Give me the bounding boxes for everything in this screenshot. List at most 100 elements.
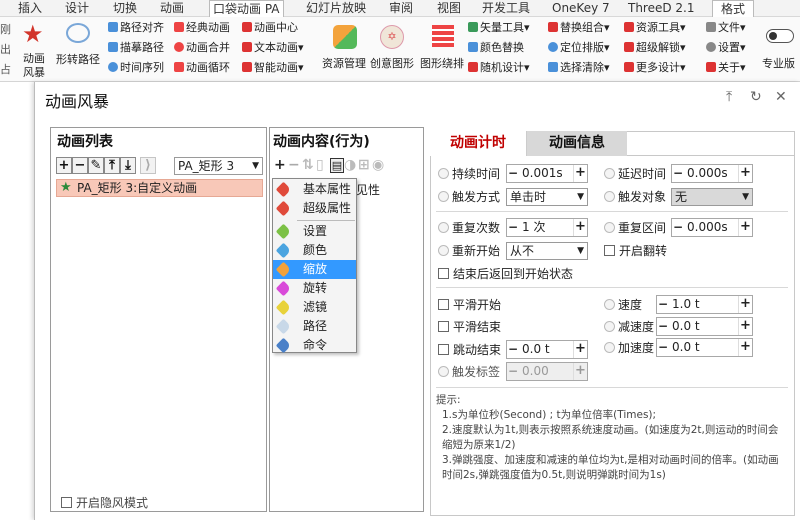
ribbon-settings[interactable]: 设置▾ — [706, 41, 746, 55]
move-top-icon[interactable]: ⤒ — [104, 157, 120, 174]
menu-item-rotate[interactable]: 旋转 — [273, 279, 356, 298]
list-item[interactable]: ★ PA_矩形 3:自定义动画 — [56, 179, 263, 197]
ribbon-trace-path[interactable]: 描摹路径 — [108, 41, 164, 55]
half-circle-icon[interactable]: ◑ — [344, 157, 358, 173]
menu-item-filter[interactable]: 滤镜 — [273, 298, 356, 317]
add-behavior-icon[interactable]: + — [274, 157, 288, 173]
tab-view[interactable]: 视图 — [437, 0, 461, 17]
tab-animations[interactable]: 动画 — [160, 0, 184, 17]
smooth-end-checkbox[interactable] — [438, 321, 449, 332]
rewind-option[interactable]: 结束后返回到开始状态 — [438, 265, 573, 283]
tab-insert[interactable]: 插入 — [18, 0, 42, 17]
decel-stepper[interactable]: −0.0 t + — [656, 317, 753, 336]
move-bottom-icon[interactable]: ⤓ — [120, 157, 136, 174]
record-icon[interactable]: ◉ — [372, 157, 386, 173]
ribbon-text-anim[interactable]: 文本动画▾ — [242, 41, 304, 55]
close-icon[interactable]: ✕ — [775, 89, 787, 105]
ribbon-select-clear[interactable]: 选择清除▾ — [548, 61, 610, 75]
star-icon: ★ — [60, 180, 72, 195]
hidden-mode-checkbox[interactable] — [61, 497, 72, 508]
ribbon-layout[interactable]: 定位排版▾ — [548, 41, 610, 55]
more-icon[interactable]: ⟩ — [140, 157, 156, 174]
remove-icon[interactable]: − — [72, 157, 88, 174]
ribbon-color-replace[interactable]: 颜色替换 — [468, 41, 524, 55]
flip-checkbox[interactable] — [604, 245, 615, 256]
speed-stepper[interactable]: −1.0 t + — [656, 295, 753, 314]
bounce-end-option[interactable]: 跳动结束 — [438, 341, 501, 359]
tab-transitions[interactable]: 切换 — [113, 0, 137, 17]
collapse-icon[interactable]: ⇅ — [302, 157, 316, 173]
menu-item-basic-props[interactable]: 基本属性 — [273, 180, 356, 199]
creative-shape-button[interactable]: 创意图形 — [370, 57, 414, 71]
tab-animation-info[interactable]: 动画信息 — [527, 131, 627, 156]
ribbon-file[interactable]: 文件▾ — [706, 21, 746, 35]
smooth-end-option[interactable]: 平滑结束 — [438, 318, 501, 336]
bounce-end-stepper[interactable]: −0.0 t + — [506, 340, 588, 359]
ribbon-anim-merge[interactable]: 动画合并 — [174, 41, 230, 55]
menu-item-set[interactable]: 设置 — [273, 222, 356, 241]
trigger-object-select[interactable]: 无 ▼ — [671, 188, 753, 206]
storm-btn-line1[interactable]: 动画 — [23, 52, 45, 66]
grid-icon[interactable]: ⊞ — [358, 157, 372, 173]
ribbon-path-align[interactable]: 路径对齐 — [108, 21, 164, 35]
tab-pa[interactable]: 口袋动画 PA — [209, 0, 284, 18]
tab-threed[interactable]: ThreeD 2.1 — [628, 0, 695, 17]
menu-item-command[interactable]: 命令 — [273, 336, 356, 355]
resource-mgmt-button[interactable]: 资源管理 — [322, 57, 366, 71]
tab-review[interactable]: 审阅 — [389, 0, 413, 17]
object-select[interactable]: PA_矩形 3 ▼ — [174, 157, 263, 175]
copy-icon[interactable]: ▯ — [316, 157, 330, 173]
hidden-mode-toggle[interactable]: 开启隐风模式 — [61, 494, 148, 511]
duration-stepper[interactable]: −0.001s + — [506, 164, 588, 183]
storm-star-icon[interactable]: ★ — [22, 21, 44, 47]
trigger-tag-stepper[interactable]: −0.00 + — [506, 362, 588, 381]
pro-toggle[interactable] — [766, 29, 794, 43]
ribbon-time-sequence[interactable]: 时间序列 — [108, 61, 164, 75]
tab-animation-timing[interactable]: 动画计时 — [430, 131, 527, 156]
smooth-start-checkbox[interactable] — [438, 299, 449, 310]
ribbon-more-design[interactable]: 更多设计▾ — [624, 61, 686, 75]
menu-item-color[interactable]: 颜色 — [273, 241, 356, 260]
ribbon-vector-tools[interactable]: 矢量工具▾ — [468, 21, 530, 35]
menu-item-super-props[interactable]: 超级属性 — [273, 199, 356, 218]
delay-label: 延迟时间 — [604, 165, 666, 183]
tab-slideshow[interactable]: 幻灯片放映 — [306, 0, 366, 17]
wrap-shape-button[interactable]: 图形绕排 — [420, 57, 464, 71]
tab-format[interactable]: 格式 — [712, 0, 755, 18]
trigger-mode-label: 触发方式 — [438, 188, 500, 206]
rewind-checkbox[interactable] — [438, 268, 449, 279]
bounce-end-checkbox[interactable] — [438, 344, 449, 355]
menu-item-path[interactable]: 路径 — [273, 317, 356, 336]
tab-developer[interactable]: 开发工具 — [482, 0, 530, 17]
brush-icon[interactable]: ✎ — [88, 157, 104, 174]
remove-behavior-icon[interactable]: − — [288, 157, 302, 173]
ribbon-replace-group[interactable]: 替换组合▾ — [548, 21, 610, 35]
ribbon-smart-anim[interactable]: 智能动画▾ — [242, 61, 304, 75]
rotate-path-button[interactable]: 形转路径 — [56, 53, 100, 67]
ribbon-classic-anim[interactable]: 经典动画 — [174, 21, 230, 35]
pin-top-icon[interactable]: ⤒ — [726, 89, 732, 105]
storm-btn-line2[interactable]: 风暴 — [23, 66, 45, 80]
tab-design[interactable]: 设计 — [65, 0, 89, 17]
smooth-start-option[interactable]: 平滑开始 — [438, 296, 501, 314]
ribbon-about[interactable]: 关于▾ — [706, 61, 746, 75]
restart-select[interactable]: 从不 ▼ — [506, 242, 588, 260]
ribbon-super-unlock[interactable]: 超级解锁▾ — [624, 41, 686, 55]
delay-stepper[interactable]: −0.000s + — [671, 164, 753, 183]
tab-onekey[interactable]: OneKey 7 — [552, 0, 610, 17]
ribbon-resource-tools[interactable]: 资源工具▾ — [624, 21, 686, 35]
ribbon-anim-loop[interactable]: 动画循环 — [174, 61, 230, 75]
ribbon-anim-center[interactable]: 动画中心 — [242, 21, 298, 35]
menu-item-scale[interactable]: 缩放 — [273, 260, 356, 279]
repeat-count-stepper[interactable]: −1 次 + — [506, 218, 588, 237]
behavior-item-partial[interactable]: 见性 — [356, 181, 380, 198]
chevron-down-icon: ▼ — [577, 246, 584, 256]
repeat-interval-stepper[interactable]: −0.000s + — [671, 218, 753, 237]
trigger-mode-select[interactable]: 单击时 ▼ — [506, 188, 588, 206]
accel-stepper[interactable]: −0.0 t + — [656, 338, 753, 357]
ribbon-random-design[interactable]: 随机设计▾ — [468, 61, 530, 75]
refresh-icon[interactable]: ↻ — [750, 89, 762, 105]
add-icon[interactable]: + — [56, 157, 72, 174]
paste-icon[interactable]: ▤ — [330, 158, 344, 173]
flip-option[interactable]: 开启翻转 — [604, 242, 667, 260]
